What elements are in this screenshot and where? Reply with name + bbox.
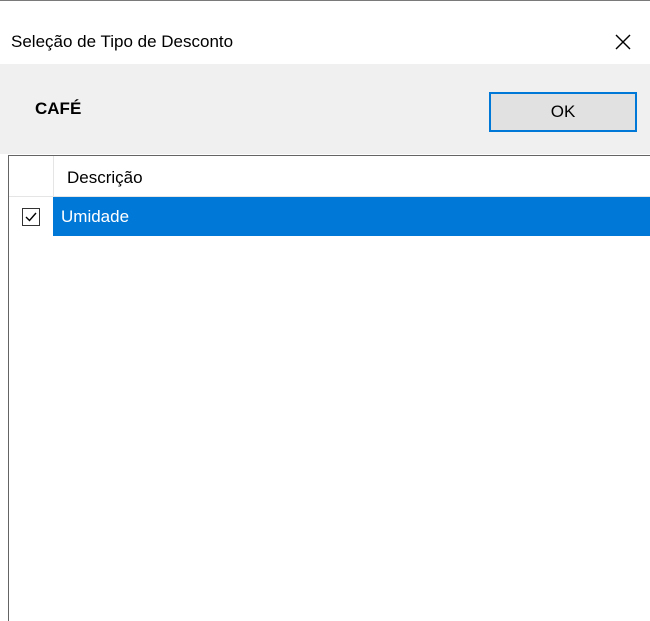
title-bar: Seleção de Tipo de Desconto — [0, 0, 650, 64]
grid-header: Descrição — [9, 156, 650, 197]
header-checkbox-column — [9, 156, 54, 196]
grid-row-umidade[interactable]: Umidade — [9, 197, 650, 236]
window-title: Seleção de Tipo de Desconto — [11, 32, 234, 51]
checkmark-icon — [25, 212, 37, 222]
dialog-toolbar: CAFÉ OK — [0, 64, 650, 154]
row-checkbox[interactable] — [22, 208, 40, 226]
discount-type-grid: Descrição Umidade — [8, 155, 650, 621]
close-button[interactable] — [596, 21, 650, 63]
column-header-description[interactable]: Descrição — [67, 167, 143, 189]
row-description: Umidade — [61, 207, 130, 226]
ok-button[interactable]: OK — [489, 92, 637, 132]
product-name-label: CAFÉ — [35, 99, 82, 118]
row-checkbox-cell — [9, 197, 54, 236]
close-icon — [615, 34, 631, 50]
discount-type-dialog: Seleção de Tipo de Desconto CAFÉ OK Desc… — [0, 0, 650, 621]
